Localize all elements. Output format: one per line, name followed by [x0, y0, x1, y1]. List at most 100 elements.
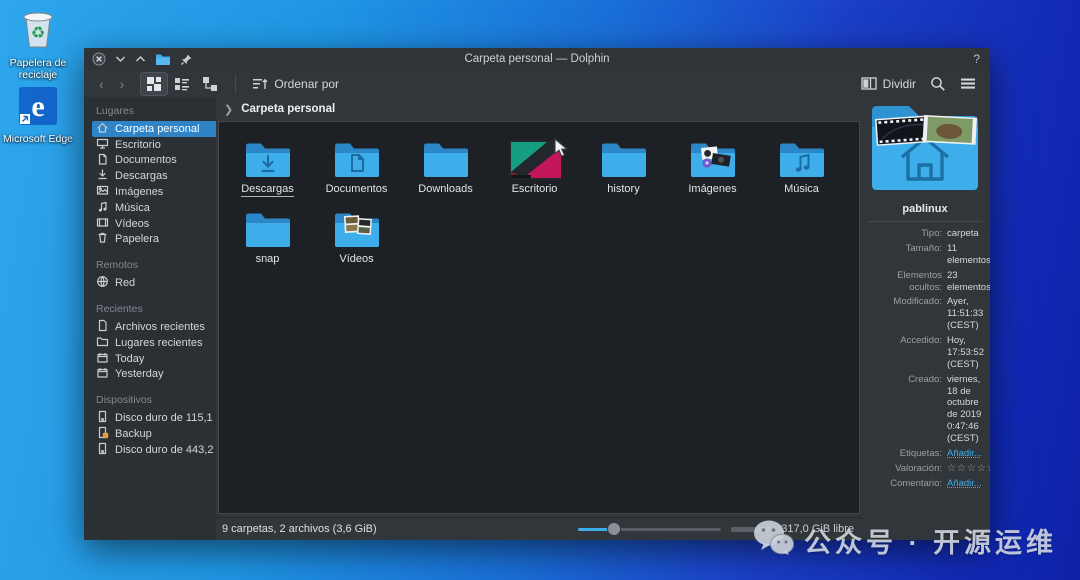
file-item[interactable]: Vídeos	[312, 200, 401, 270]
file-item[interactable]: history	[579, 130, 668, 200]
breadcrumb[interactable]: ❯ Carpeta personal	[216, 97, 862, 121]
search-icon	[930, 76, 946, 92]
sidebar-item-label: Disco duro de 115,1 GiB	[115, 412, 216, 424]
info-field-value: 23 elementos	[947, 270, 990, 294]
file-item[interactable]: Imágenes	[668, 130, 757, 200]
sidebar-item[interactable]: Carpeta personal	[92, 121, 216, 137]
info-field-label: Elementos ocultos:	[866, 270, 942, 294]
sidebar-item[interactable]: Lugares recientes	[92, 335, 216, 351]
menu-button[interactable]	[956, 77, 980, 90]
sidebar-item[interactable]: Documentos	[92, 153, 216, 169]
maximize-button[interactable]	[135, 55, 146, 63]
titlebar[interactable]: Carpeta personal — Dolphin ?	[84, 48, 990, 70]
info-field-label: Valoración:	[866, 463, 942, 476]
help-button[interactable]: ?	[973, 52, 980, 66]
folder-icon	[333, 130, 381, 180]
file-item[interactable]: Escritorio	[490, 130, 579, 200]
calendar-icon	[96, 351, 109, 367]
rating-stars[interactable]: ☆☆☆☆☆	[947, 463, 990, 476]
sidebar-item-label: Escritorio	[115, 139, 161, 151]
info-field-label: Etiquetas:	[866, 448, 942, 460]
sidebar-item[interactable]: Papelera	[92, 232, 216, 248]
details-view-button[interactable]	[169, 73, 195, 95]
hamburger-icon	[960, 77, 976, 90]
sidebar-item[interactable]: Archivos recientes	[92, 319, 216, 335]
zoom-slider-handle[interactable]	[607, 522, 621, 536]
watermark-text: 公众号 · 开源运维	[804, 521, 1057, 560]
file-item-label: Documentos	[326, 183, 388, 196]
places-panel: Lugares Carpeta personal Escritorio Documen…	[84, 97, 216, 540]
info-add-link[interactable]: Añadir...	[947, 448, 984, 460]
info-field-label: Modificado:	[866, 296, 942, 332]
sidebar-item[interactable]: Descargas	[92, 168, 216, 184]
home-folder-preview-icon	[867, 99, 983, 195]
desktop-icon-label: Microsoft Edge	[3, 133, 73, 145]
sidebar-item[interactable]: Disco duro de 443,2 GiB	[92, 442, 216, 458]
forward-button[interactable]: ›	[115, 76, 130, 92]
minimize-button[interactable]	[115, 55, 126, 63]
file-item-label: Música	[784, 183, 819, 196]
info-field-row: Accedido:Hoy, 17:53:52 (CEST)	[866, 335, 984, 371]
file-item[interactable]: Downloads	[401, 130, 490, 200]
icons-view-button[interactable]	[141, 73, 167, 95]
back-button[interactable]: ‹	[94, 76, 109, 92]
information-panel: pablinux Tipo:carpetaTamaño:11 elementos…	[862, 97, 990, 540]
desktop: ♻ Papelera de reciclaje e Microsoft Edge	[0, 0, 1080, 580]
video-icon	[96, 216, 109, 232]
info-field-value: Ayer, 11:51:33 (CEST)	[947, 296, 984, 332]
folder-icon	[244, 130, 292, 180]
info-add-link[interactable]: Añadir...	[947, 478, 984, 490]
sidebar-item-label: Vídeos	[115, 218, 149, 230]
desktop-icon	[96, 137, 109, 153]
pin-icon[interactable]	[180, 53, 193, 66]
file-item-label: Imágenes	[688, 183, 736, 196]
svg-text:e: e	[31, 90, 44, 123]
sidebar-item-label: Documentos	[115, 154, 177, 166]
sort-icon	[252, 77, 268, 91]
folder-icon	[422, 130, 470, 180]
network-icon	[96, 275, 109, 291]
desktop-icon-recycle-bin[interactable]: ♻ Papelera de reciclaje	[2, 6, 74, 81]
info-field-value: Hoy, 17:53:52 (CEST)	[947, 335, 984, 371]
sidebar-item[interactable]: Vídeos	[92, 216, 216, 232]
breadcrumb-label[interactable]: Carpeta personal	[241, 103, 335, 115]
file-item[interactable]: Descargas	[223, 130, 312, 200]
info-field-value: viernes, 18 de octubre de 2019 0:47:46 (…	[947, 374, 984, 445]
zoom-slider[interactable]	[578, 522, 721, 536]
tree-view-button[interactable]	[197, 73, 223, 95]
sidebar-item[interactable]: Escritorio	[92, 137, 216, 153]
sidebar-section-title: Recientes	[96, 303, 216, 315]
search-button[interactable]	[926, 76, 950, 92]
sidebar-item[interactable]: Disco duro de 115,1 GiB	[92, 410, 216, 426]
split-button[interactable]: Dividir	[857, 77, 920, 91]
info-field-label: Tipo:	[866, 228, 942, 240]
sidebar-item[interactable]: Yesterday	[92, 367, 216, 383]
folder-icon	[778, 130, 826, 180]
info-field-row: Modificado:Ayer, 11:51:33 (CEST)	[866, 296, 984, 332]
folder-icon	[689, 130, 737, 180]
info-field-value: 11 elementos	[947, 243, 990, 267]
file-item[interactable]: Música	[757, 130, 846, 200]
file-item-label: Vídeos	[339, 253, 373, 266]
sidebar-item[interactable]: Música	[92, 200, 216, 216]
sidebar-item[interactable]: Today	[92, 351, 216, 367]
sidebar-item-label: Lugares recientes	[115, 337, 202, 349]
sidebar-item[interactable]: Imágenes	[92, 184, 216, 200]
folder-preview	[866, 99, 984, 195]
file-view[interactable]: Descargas Documentos Downloads Escritori…	[218, 121, 860, 514]
file-item-label: Downloads	[418, 183, 472, 196]
document-icon	[96, 153, 109, 169]
info-field-row: Valoración:☆☆☆☆☆	[866, 463, 984, 476]
close-button[interactable]	[92, 52, 106, 66]
info-field-row: Comentario:Añadir...	[866, 478, 984, 490]
sidebar-item[interactable]: Red	[92, 275, 216, 291]
desktop-icon-microsoft-edge[interactable]: e Microsoft Edge	[2, 86, 74, 145]
trash-icon	[96, 231, 109, 247]
file-item[interactable]: snap	[223, 200, 312, 270]
folder-icon	[96, 335, 109, 351]
watermark: 公众号 · 开源运维	[752, 518, 1057, 563]
sidebar-section-title: Lugares	[96, 105, 216, 117]
file-item[interactable]: Documentos	[312, 130, 401, 200]
sort-by-button[interactable]: Ordenar por	[248, 77, 343, 91]
sidebar-item[interactable]: Backup	[92, 426, 216, 442]
